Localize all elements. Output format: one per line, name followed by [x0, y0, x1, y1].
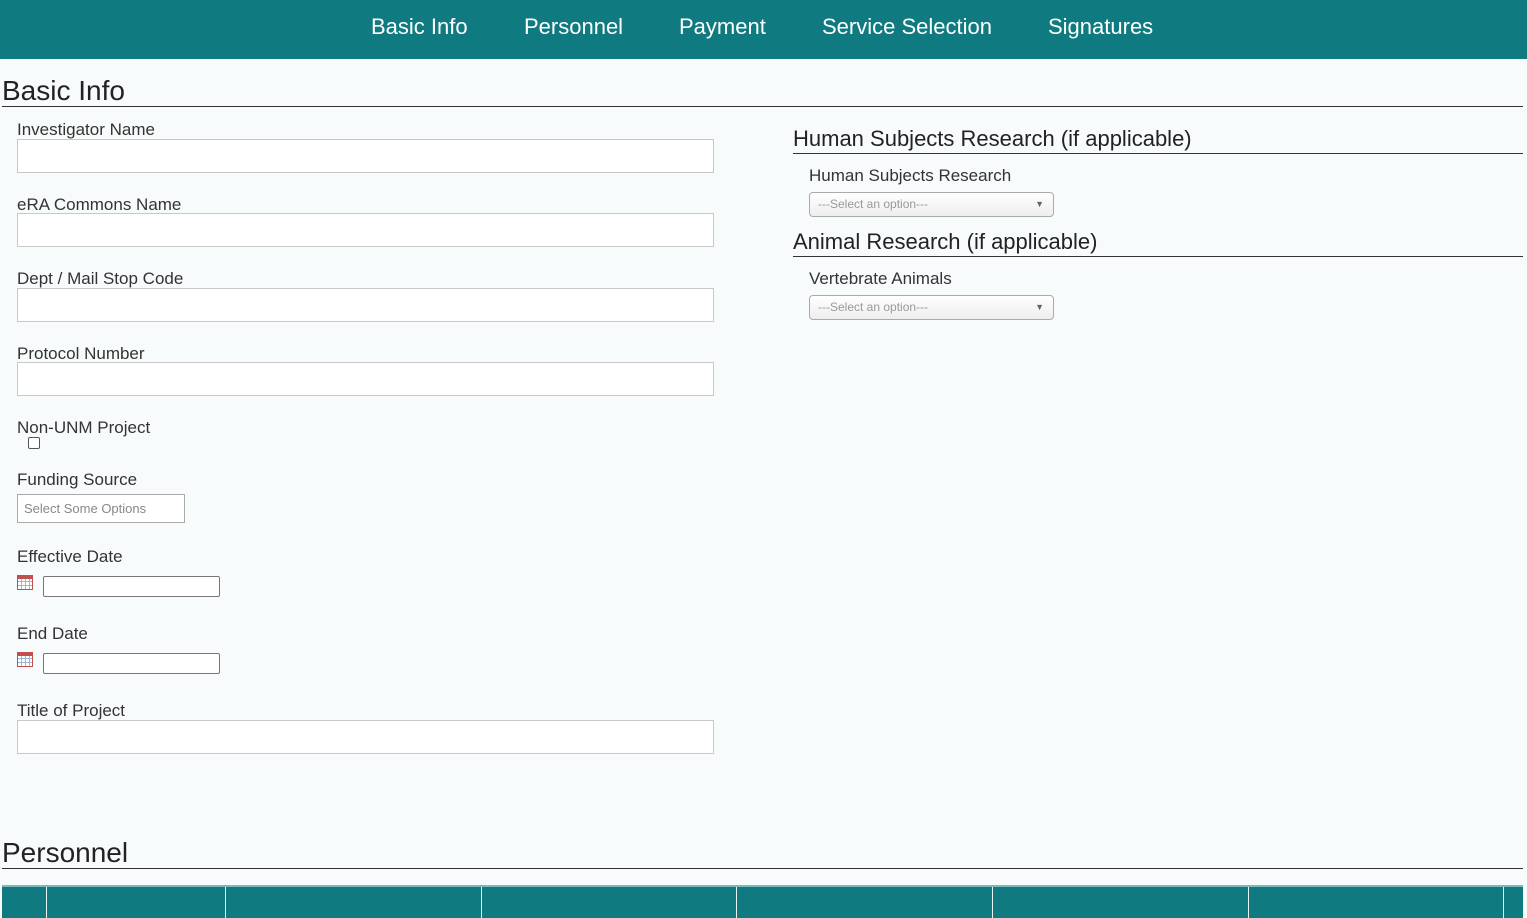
vertebrate-animals-select[interactable]: ---Select an option--- ▼ — [809, 295, 1054, 320]
table-column — [736, 887, 737, 918]
calendar-icon[interactable] — [17, 652, 33, 667]
calendar-icon[interactable] — [17, 575, 33, 590]
animal-research-divider — [793, 256, 1523, 257]
non-unm-project-checkbox[interactable] — [28, 437, 40, 449]
personnel-divider — [2, 868, 1523, 869]
vertebrate-animals-selected: ---Select an option--- — [818, 300, 929, 314]
nav-signatures[interactable]: Signatures — [1048, 14, 1153, 40]
human-subjects-select[interactable]: ---Select an option--- ▼ — [809, 192, 1054, 217]
human-subjects-label: Human Subjects Research — [809, 166, 1012, 185]
top-nav: Basic Info Personnel Payment Service Sel… — [0, 0, 1527, 59]
nav-personnel[interactable]: Personnel — [524, 14, 623, 40]
end-date-label: End Date — [17, 624, 88, 643]
table-column — [1503, 887, 1504, 918]
vertebrate-animals-label: Vertebrate Animals — [809, 269, 952, 288]
dept-mail-stop-input[interactable] — [17, 288, 714, 322]
protocol-number-label: Protocol Number — [17, 344, 145, 363]
title-of-project-label: Title of Project — [17, 701, 126, 720]
nav-service-selection[interactable]: Service Selection — [822, 14, 992, 40]
title-of-project-input[interactable] — [17, 720, 714, 754]
investigator-name-input[interactable] — [17, 139, 714, 173]
non-unm-project-label: Non-UNM Project — [17, 418, 151, 437]
table-column — [992, 887, 993, 918]
basic-info-divider — [2, 106, 1523, 107]
human-subjects-divider — [793, 153, 1523, 154]
protocol-number-input[interactable] — [17, 362, 714, 396]
era-commons-name-input[interactable] — [17, 213, 714, 247]
dept-mail-stop-label: Dept / Mail Stop Code — [17, 269, 184, 288]
effective-date-input[interactable] — [43, 576, 220, 597]
funding-source-label: Funding Source — [17, 470, 138, 489]
chevron-down-icon: ▼ — [1035, 199, 1044, 209]
chevron-down-icon: ▼ — [1035, 302, 1044, 312]
table-column — [225, 887, 226, 918]
end-date-input[interactable] — [43, 653, 220, 674]
human-subjects-heading: Human Subjects Research (if applicable) — [793, 126, 1192, 151]
table-column — [481, 887, 482, 918]
funding-source-multiselect[interactable]: Select Some Options — [17, 494, 185, 523]
table-column — [1248, 887, 1249, 918]
effective-date-label: Effective Date — [17, 547, 123, 566]
personnel-heading: Personnel — [2, 837, 129, 868]
era-commons-name-label: eRA Commons Name — [17, 195, 182, 214]
funding-source-placeholder: Select Some Options — [24, 501, 147, 516]
animal-research-heading: Animal Research (if applicable) — [793, 229, 1098, 254]
human-subjects-selected: ---Select an option--- — [818, 197, 929, 211]
basic-info-heading: Basic Info — [2, 75, 125, 106]
nav-payment[interactable]: Payment — [679, 14, 766, 40]
table-column — [46, 887, 47, 918]
investigator-name-label: Investigator Name — [17, 120, 155, 139]
nav-basic-info[interactable]: Basic Info — [371, 14, 468, 40]
personnel-table-header — [2, 885, 1523, 918]
